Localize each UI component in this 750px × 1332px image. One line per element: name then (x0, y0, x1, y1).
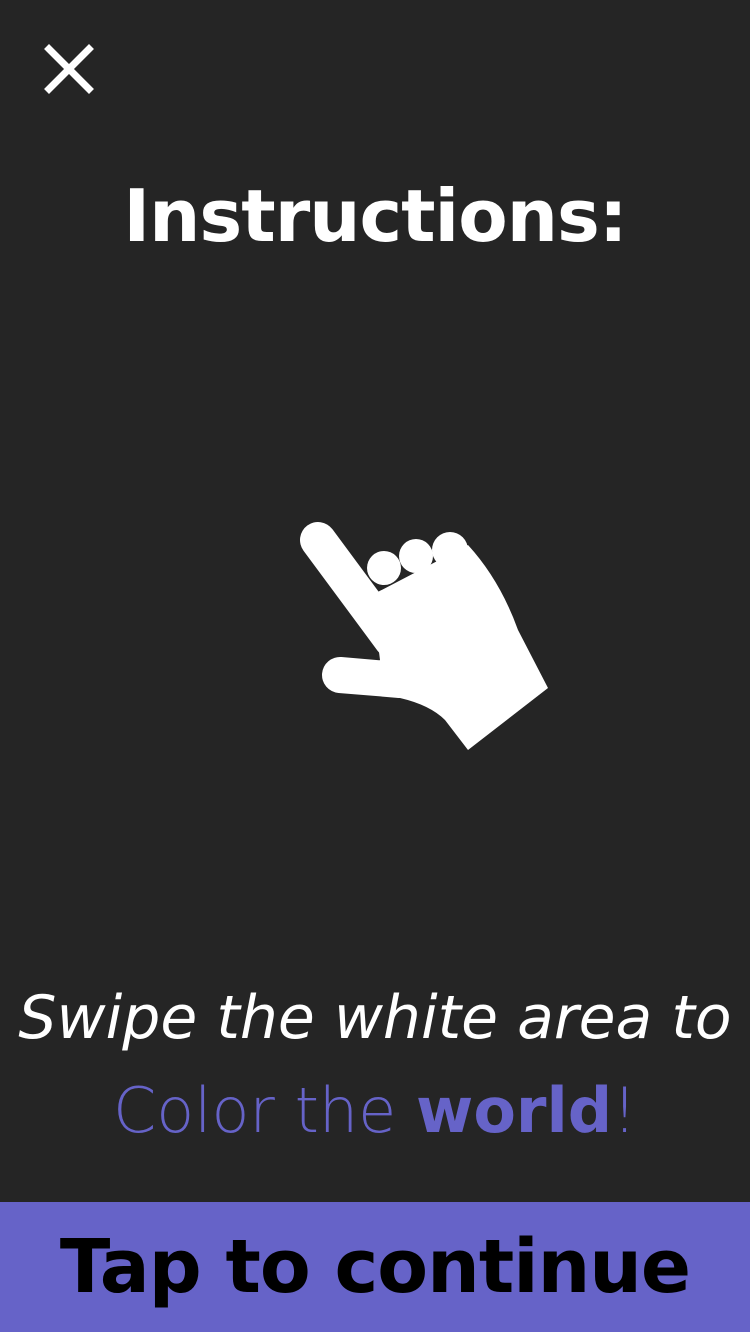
instruction-highlight: Color the world! (0, 1074, 750, 1148)
instruction-highlight-bold: world (416, 1074, 613, 1147)
instruction-highlight-start: Color the (113, 1074, 417, 1147)
close-icon (44, 44, 94, 94)
close-button[interactable] (40, 40, 98, 98)
continue-label: Tap to continue (59, 1224, 691, 1310)
instructions-screen: Instructions: Swipe the white area to Co… (0, 0, 750, 1332)
page-title: Instructions: (123, 174, 627, 258)
continue-button[interactable]: Tap to continue (0, 1202, 750, 1332)
swipe-hand-icon (300, 522, 548, 750)
instruction-text: Swipe the white area to (18, 983, 732, 1053)
instruction-highlight-end: ! (612, 1074, 637, 1147)
